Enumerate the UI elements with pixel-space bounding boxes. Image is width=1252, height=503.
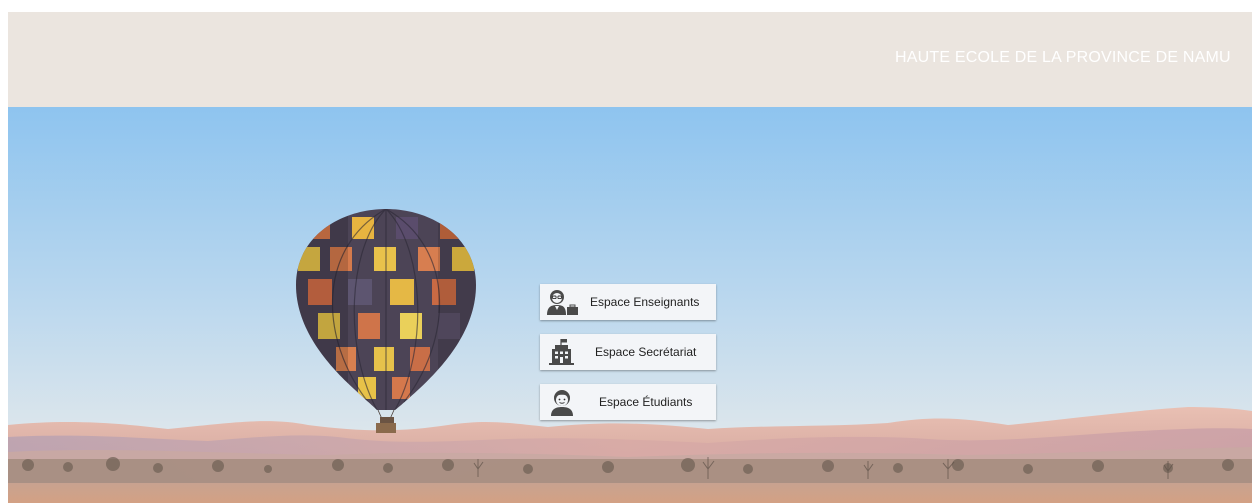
space-menu: Espace Enseignants Espace Secrétariat Es… bbox=[540, 284, 716, 434]
student-icon bbox=[542, 386, 582, 418]
header-bar: HAUTE ECOLE DE LA PROVINCE DE NAMU bbox=[8, 12, 1252, 107]
espace-enseignants-button[interactable]: Espace Enseignants bbox=[540, 284, 716, 320]
teacher-icon bbox=[542, 286, 582, 318]
espace-secretariat-button[interactable]: Espace Secrétariat bbox=[540, 334, 716, 370]
page: HAUTE ECOLE DE LA PROVINCE DE NAMU Espac… bbox=[0, 0, 1252, 503]
espace-etudiants-button[interactable]: Espace Étudiants bbox=[540, 384, 716, 420]
espace-enseignants-label: Espace Enseignants bbox=[590, 295, 700, 309]
site-title: HAUTE ECOLE DE LA PROVINCE DE NAMU bbox=[895, 49, 1231, 66]
espace-etudiants-label: Espace Étudiants bbox=[599, 395, 693, 409]
espace-secretariat-label: Espace Secrétariat bbox=[595, 345, 697, 359]
building-icon bbox=[542, 336, 582, 368]
